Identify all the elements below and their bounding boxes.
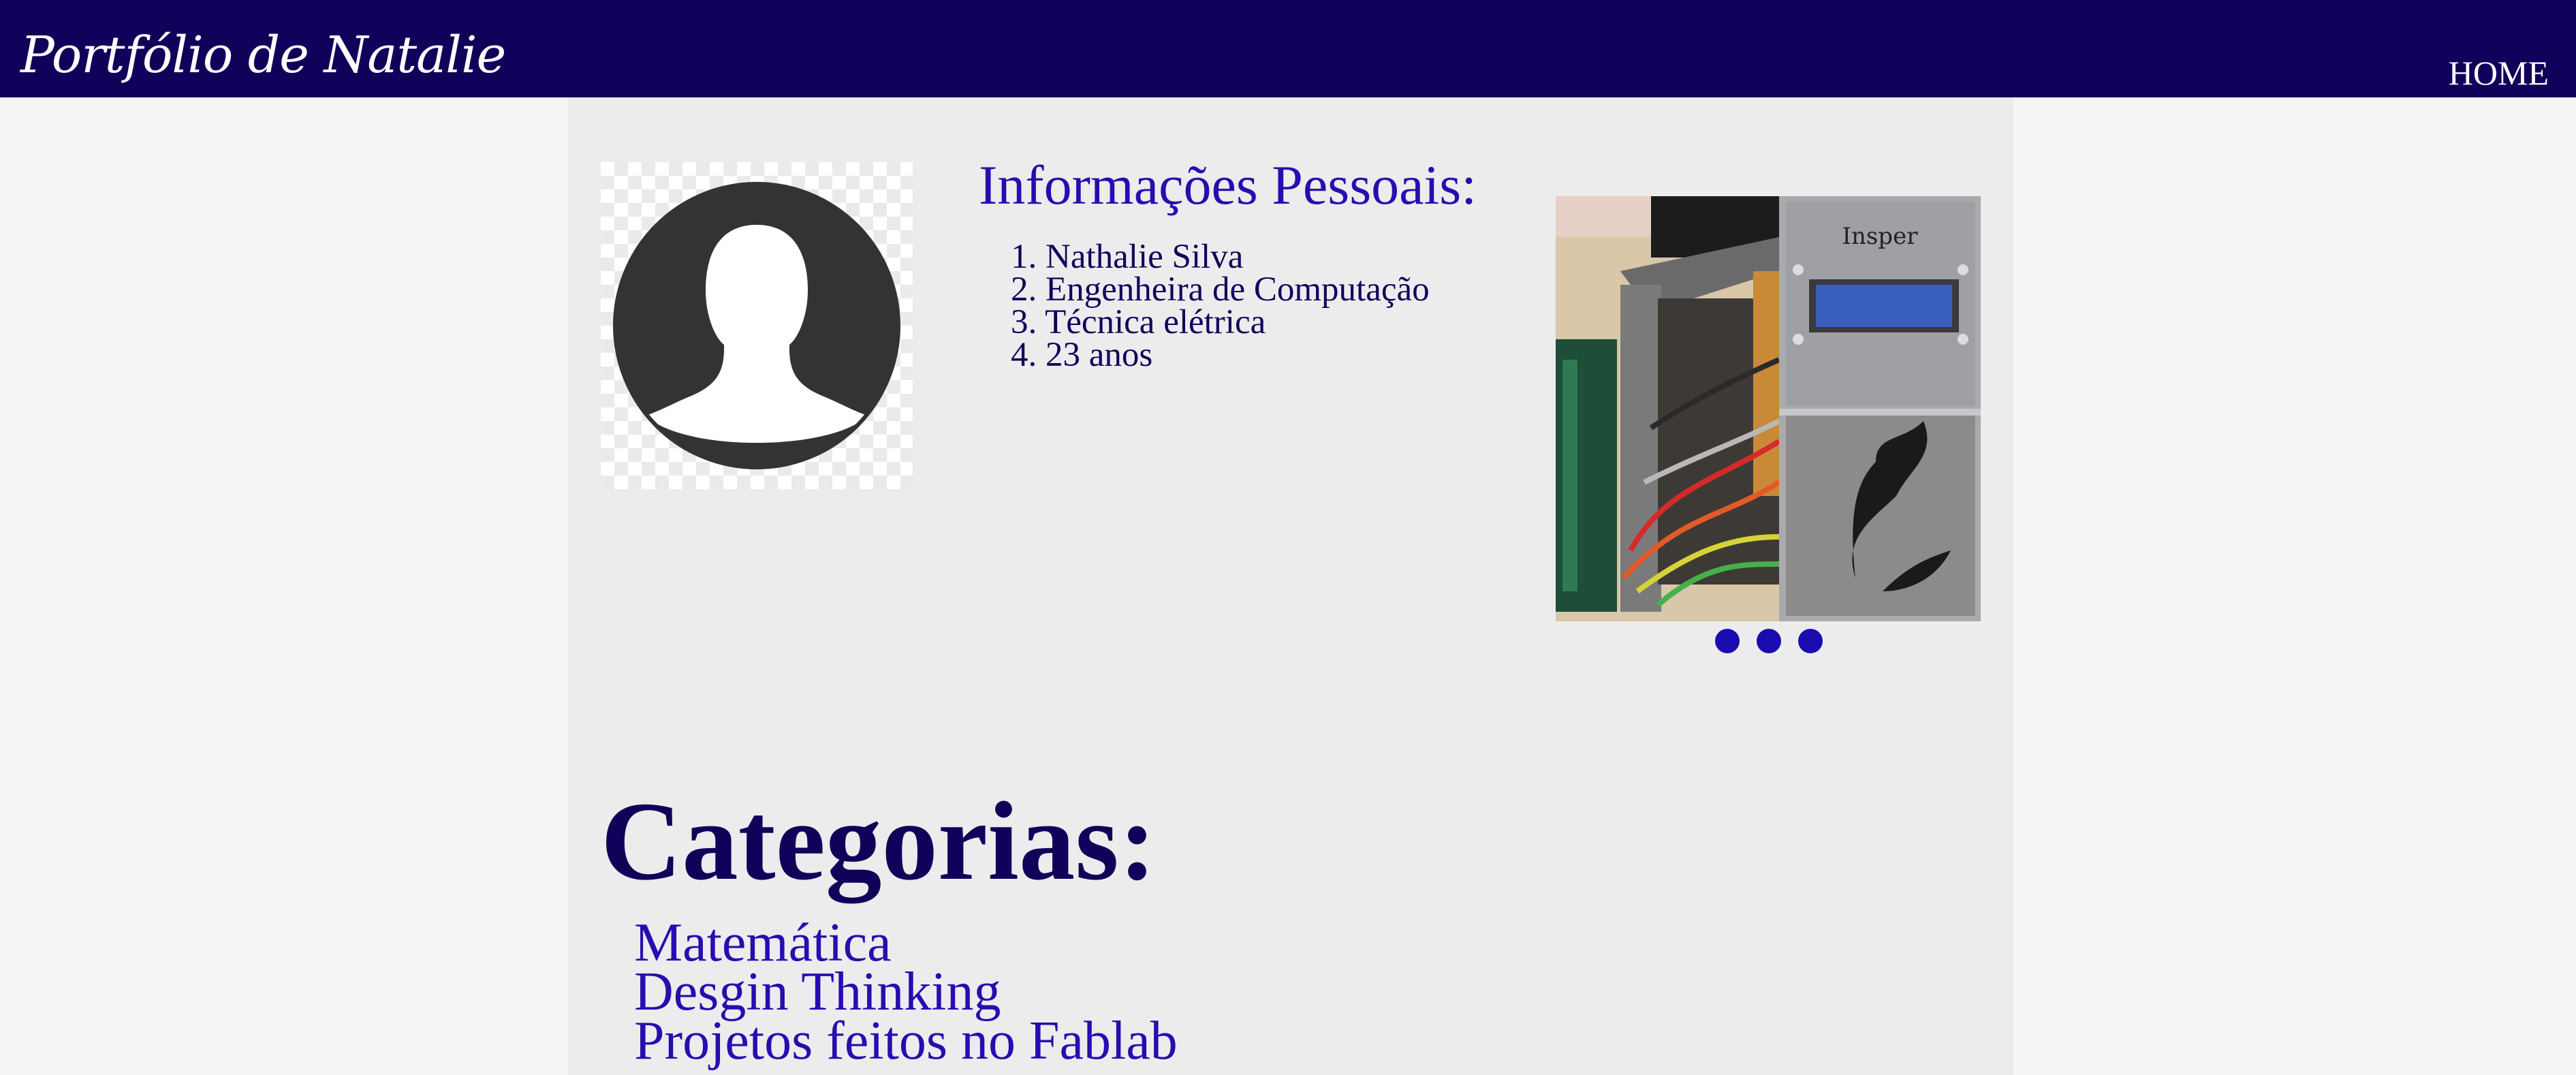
carousel-dot-2[interactable] <box>1757 629 1781 653</box>
info-item-age: 4. 23 anos <box>1011 336 1153 374</box>
personal-info-list: 1. Nathalie Silva 2. Engenheira de Compu… <box>1011 238 1430 374</box>
categories-title: Categorias: <box>601 779 1157 903</box>
category-item: Desgin Thinking <box>634 965 1178 1019</box>
carousel-image-text: Insper <box>1842 223 1919 250</box>
project-carousel[interactable]: Insper <box>1556 196 1981 621</box>
category-item: Projetos feitos no Fablab <box>634 1014 1178 1068</box>
category-link-fablab[interactable]: Projetos feitos no Fablab <box>634 1011 1178 1071</box>
project-photo: Insper <box>1556 196 1981 621</box>
profile-avatar <box>601 162 913 489</box>
category-item: Matemática <box>634 916 1178 970</box>
user-silhouette-icon <box>613 182 900 469</box>
main-content: Informações Pessoais: 1. Nathalie Silva … <box>568 97 2013 1075</box>
top-navbar: Portfólio de Natalie HOME <box>0 0 2576 97</box>
carousel-dot-3[interactable] <box>1798 629 1823 653</box>
info-item-profession: 2. Engenheira de Computação <box>1011 270 1430 309</box>
info-item-name: 1. Nathalie Silva <box>1011 238 1244 276</box>
carousel-dot-1[interactable] <box>1715 629 1740 653</box>
info-item-technical: 3. Técnica elétrica <box>1011 303 1266 341</box>
personal-info-title: Informações Pessoais: <box>979 154 1477 216</box>
categories-list: Matemática Desgin Thinking Projetos feit… <box>634 916 1178 1068</box>
site-brand[interactable]: Portfólio de Natalie <box>20 26 506 84</box>
nav-home-link[interactable]: HOME <box>2449 53 2549 93</box>
